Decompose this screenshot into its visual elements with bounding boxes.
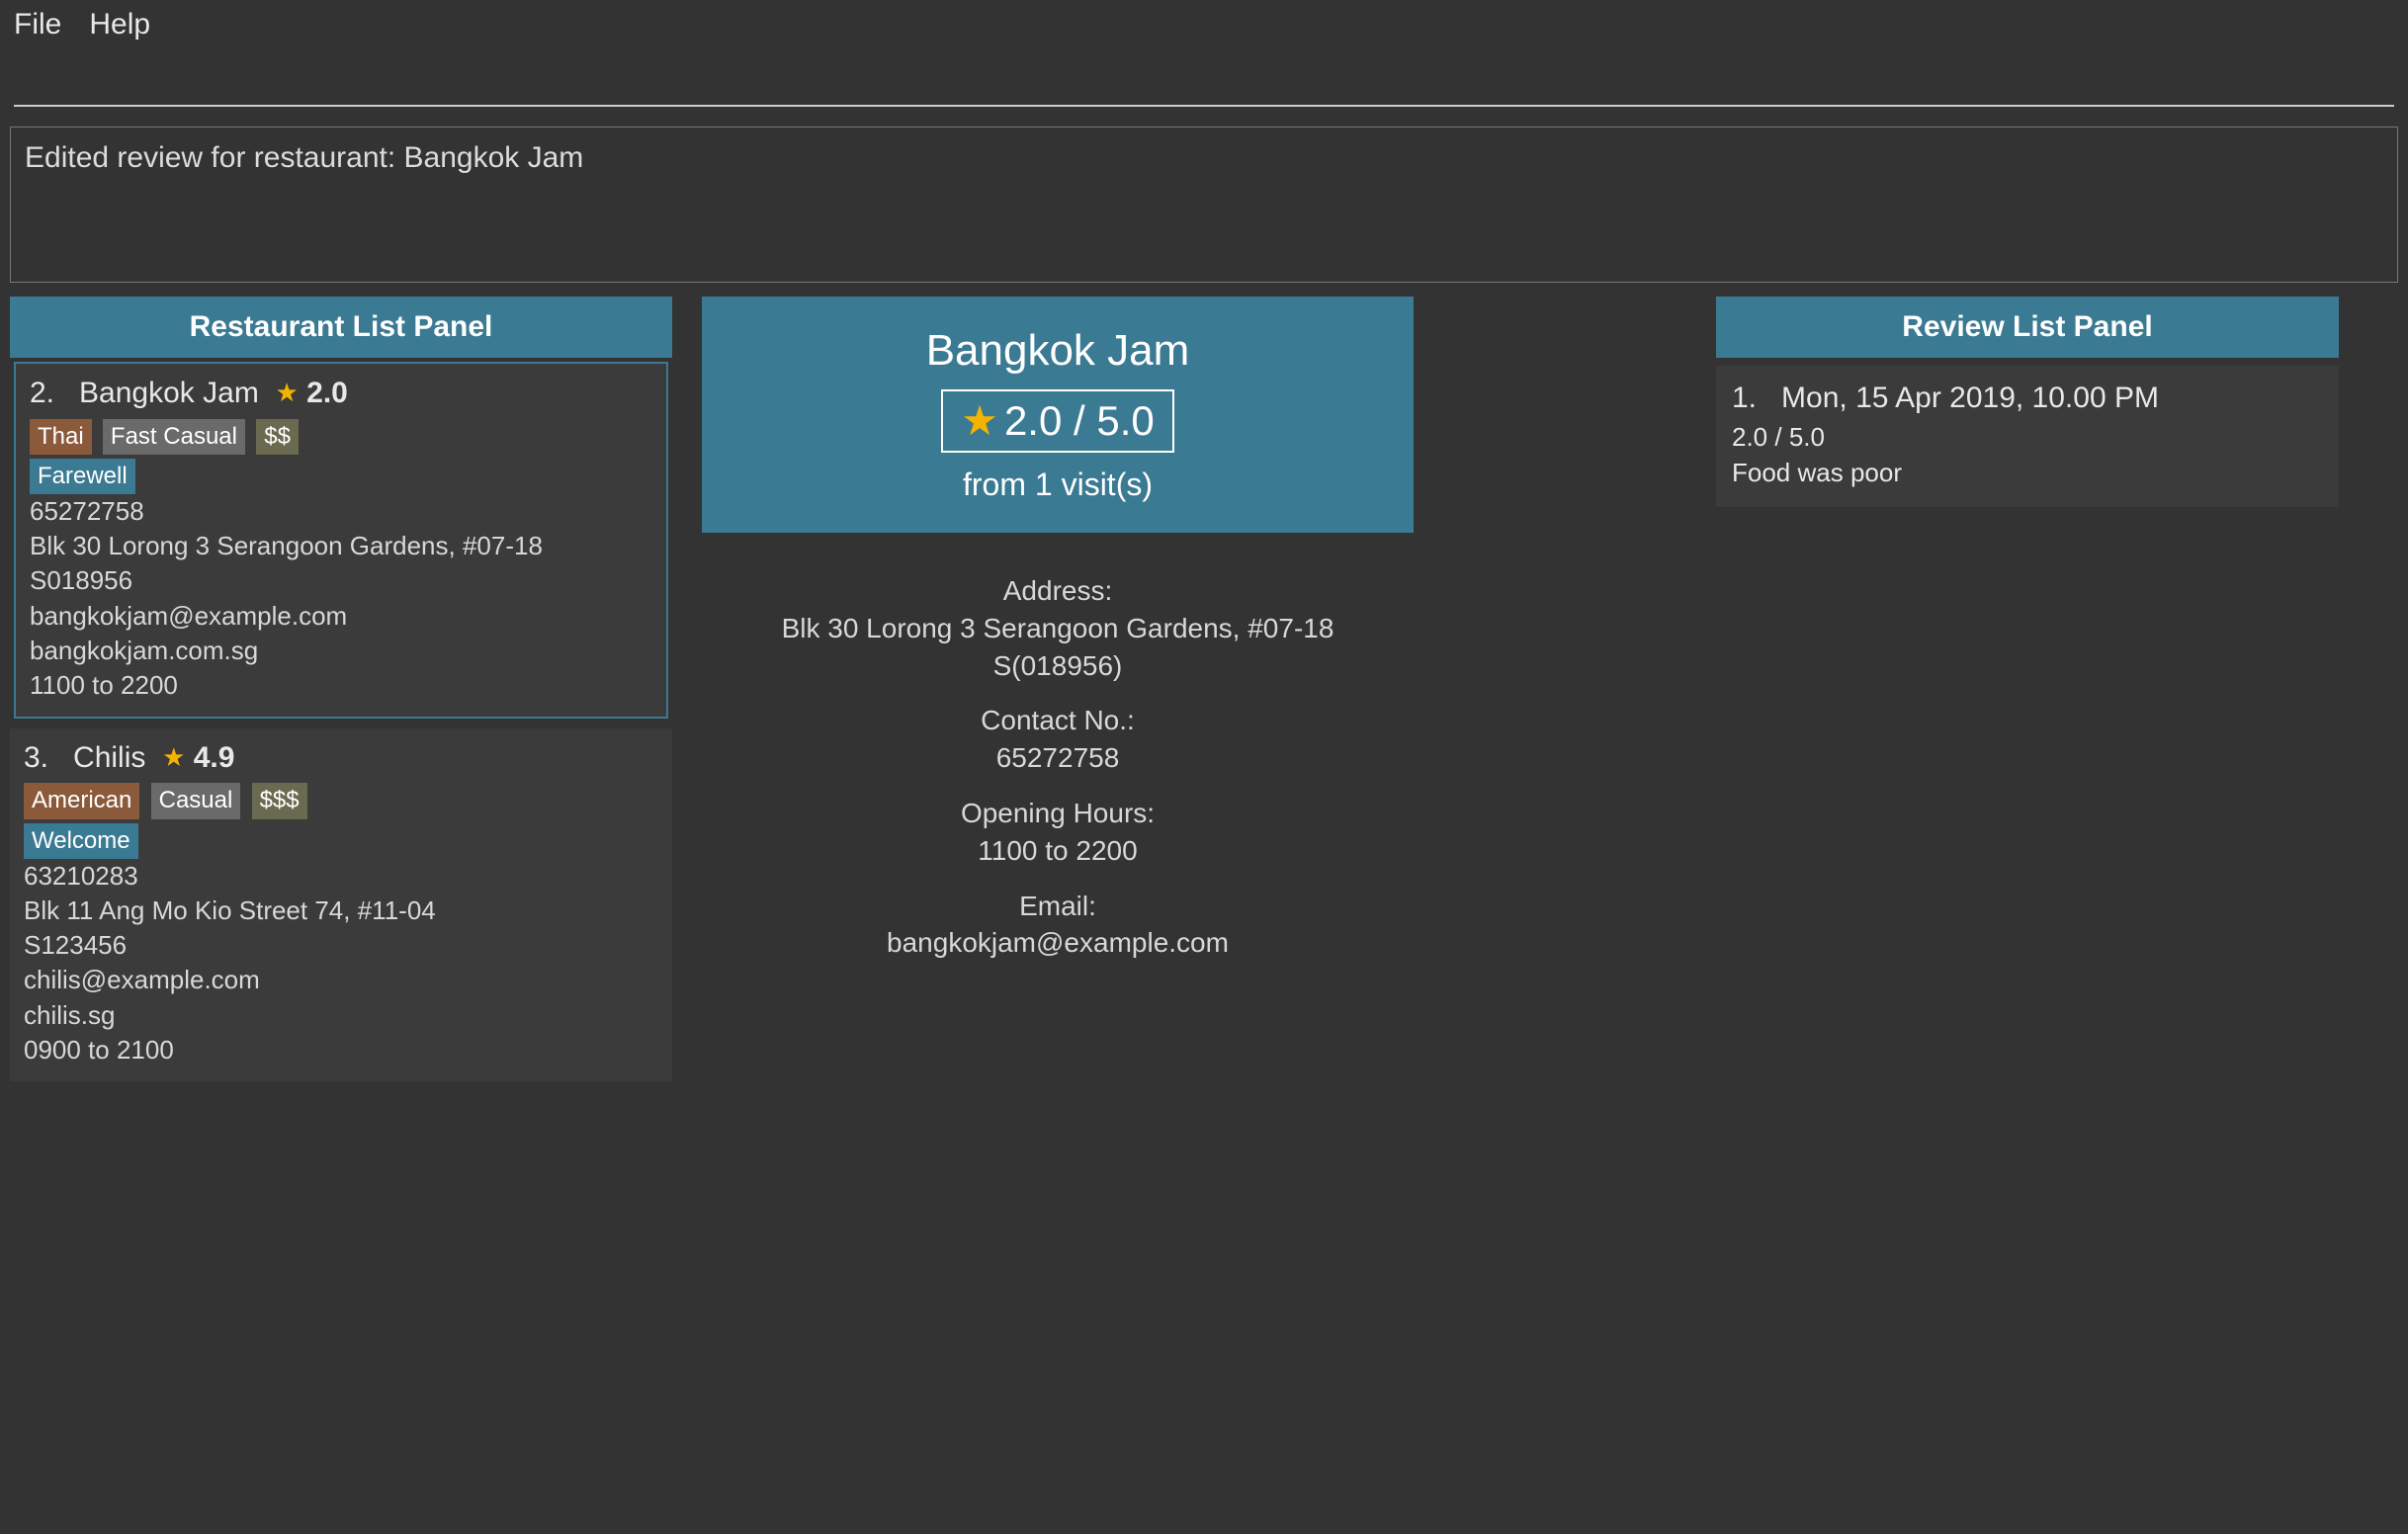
menu-help[interactable]: Help [89,8,150,42]
email-value: bangkokjam@example.com [722,924,1394,962]
restaurant-list: 2. Bangkok Jam ★ 2.0 Thai Fast Casual $$… [10,358,672,1129]
restaurant-website: bangkokjam.com.sg [30,634,652,668]
result-display: Edited review for restaurant: Bangkok Ja… [10,127,2398,283]
restaurant-name: Bangkok Jam [79,377,259,409]
review-index: 1. [1732,382,1757,414]
hours-value: 1100 to 2200 [722,832,1394,870]
restaurant-hours: 1100 to 2200 [30,668,652,703]
restaurant-phone: 65272758 [30,494,652,529]
restaurant-email: chilis@example.com [24,963,658,997]
detail-visits: from 1 visit(s) [722,467,1394,503]
restaurant-list-header: Restaurant List Panel [10,297,672,358]
tag-occasion: Welcome [24,823,138,859]
hours-label: Opening Hours: [722,795,1394,832]
review-rating: 2.0 / 5.0 [1732,419,2323,455]
restaurant-postal: S123456 [24,928,658,963]
tag-price: $$$ [252,783,307,818]
detail-name: Bangkok Jam [722,326,1394,376]
restaurant-email: bangkokjam@example.com [30,599,652,634]
restaurant-name: Chilis [73,741,145,774]
review-text: Food was poor [1732,455,2323,490]
restaurant-postal: S018956 [30,563,652,598]
restaurant-website: chilis.sg [24,998,658,1033]
detail-rating: 2.0 / 5.0 [1004,397,1155,445]
restaurant-address: Blk 11 Ang Mo Kio Street 74, #11-04 [24,894,658,928]
restaurant-index: 2. [30,377,54,409]
menubar: File Help [0,0,2408,51]
tag-style: Casual [151,783,241,818]
restaurant-list-panel: Restaurant List Panel 2. Bangkok Jam ★ 2… [10,297,672,1129]
tag-style: Fast Casual [103,419,245,455]
star-icon: ★ [162,740,185,775]
command-input[interactable] [14,51,2394,107]
detail-hero: Bangkok Jam ★ 2.0 / 5.0 from 1 visit(s) [702,297,1414,533]
restaurant-detail-panel: Bangkok Jam ★ 2.0 / 5.0 from 1 visit(s) … [702,297,1414,1129]
email-label: Email: [722,888,1394,925]
restaurant-rating: 4.9 [194,741,235,774]
address-label: Address: [722,572,1394,610]
command-bar [0,51,2408,113]
address-line1: Blk 30 Lorong 3 Serangoon Gardens, #07-1… [722,610,1394,647]
review-card[interactable]: 1. Mon, 15 Apr 2019, 10.00 PM 2.0 / 5.0 … [1716,366,2339,507]
restaurant-phone: 63210283 [24,859,658,894]
tag-occasion: Farewell [30,459,135,494]
restaurant-tags: Thai Fast Casual $$ Farewell [30,418,652,495]
star-icon: ★ [275,376,298,410]
restaurant-rating: 2.0 [306,377,348,409]
contact-value: 65272758 [722,739,1394,777]
restaurant-card[interactable]: 3. Chilis ★ 4.9 American Casual $$$ Welc… [10,728,672,1081]
star-icon: ★ [961,400,998,442]
review-list-header: Review List Panel [1716,297,2339,358]
tag-cuisine: American [24,783,139,818]
tag-price: $$ [256,419,299,455]
detail-rating-box: ★ 2.0 / 5.0 [941,389,1173,453]
restaurant-card[interactable]: 2. Bangkok Jam ★ 2.0 Thai Fast Casual $$… [14,362,668,719]
main-columns: Restaurant List Panel 2. Bangkok Jam ★ 2… [0,283,2408,1129]
result-message: Edited review for restaurant: Bangkok Ja… [25,141,583,174]
restaurant-index: 3. [24,741,48,774]
review-title: 1. Mon, 15 Apr 2019, 10.00 PM [1732,378,2323,419]
address-line2: S(018956) [722,647,1394,685]
restaurant-address: Blk 30 Lorong 3 Serangoon Gardens, #07-1… [30,529,652,563]
restaurant-title: 3. Chilis ★ 4.9 [24,738,658,779]
restaurant-tags: American Casual $$$ Welcome [24,782,658,859]
detail-body: Address: Blk 30 Lorong 3 Serangoon Garde… [702,533,1414,981]
contact-label: Contact No.: [722,702,1394,739]
review-list-panel: Review List Panel 1. Mon, 15 Apr 2019, 1… [1716,297,2339,1129]
restaurant-hours: 0900 to 2100 [24,1033,658,1067]
restaurant-title: 2. Bangkok Jam ★ 2.0 [30,374,652,414]
review-date: Mon, 15 Apr 2019, 10.00 PM [1781,382,2159,414]
menu-file[interactable]: File [14,8,61,42]
tag-cuisine: Thai [30,419,92,455]
